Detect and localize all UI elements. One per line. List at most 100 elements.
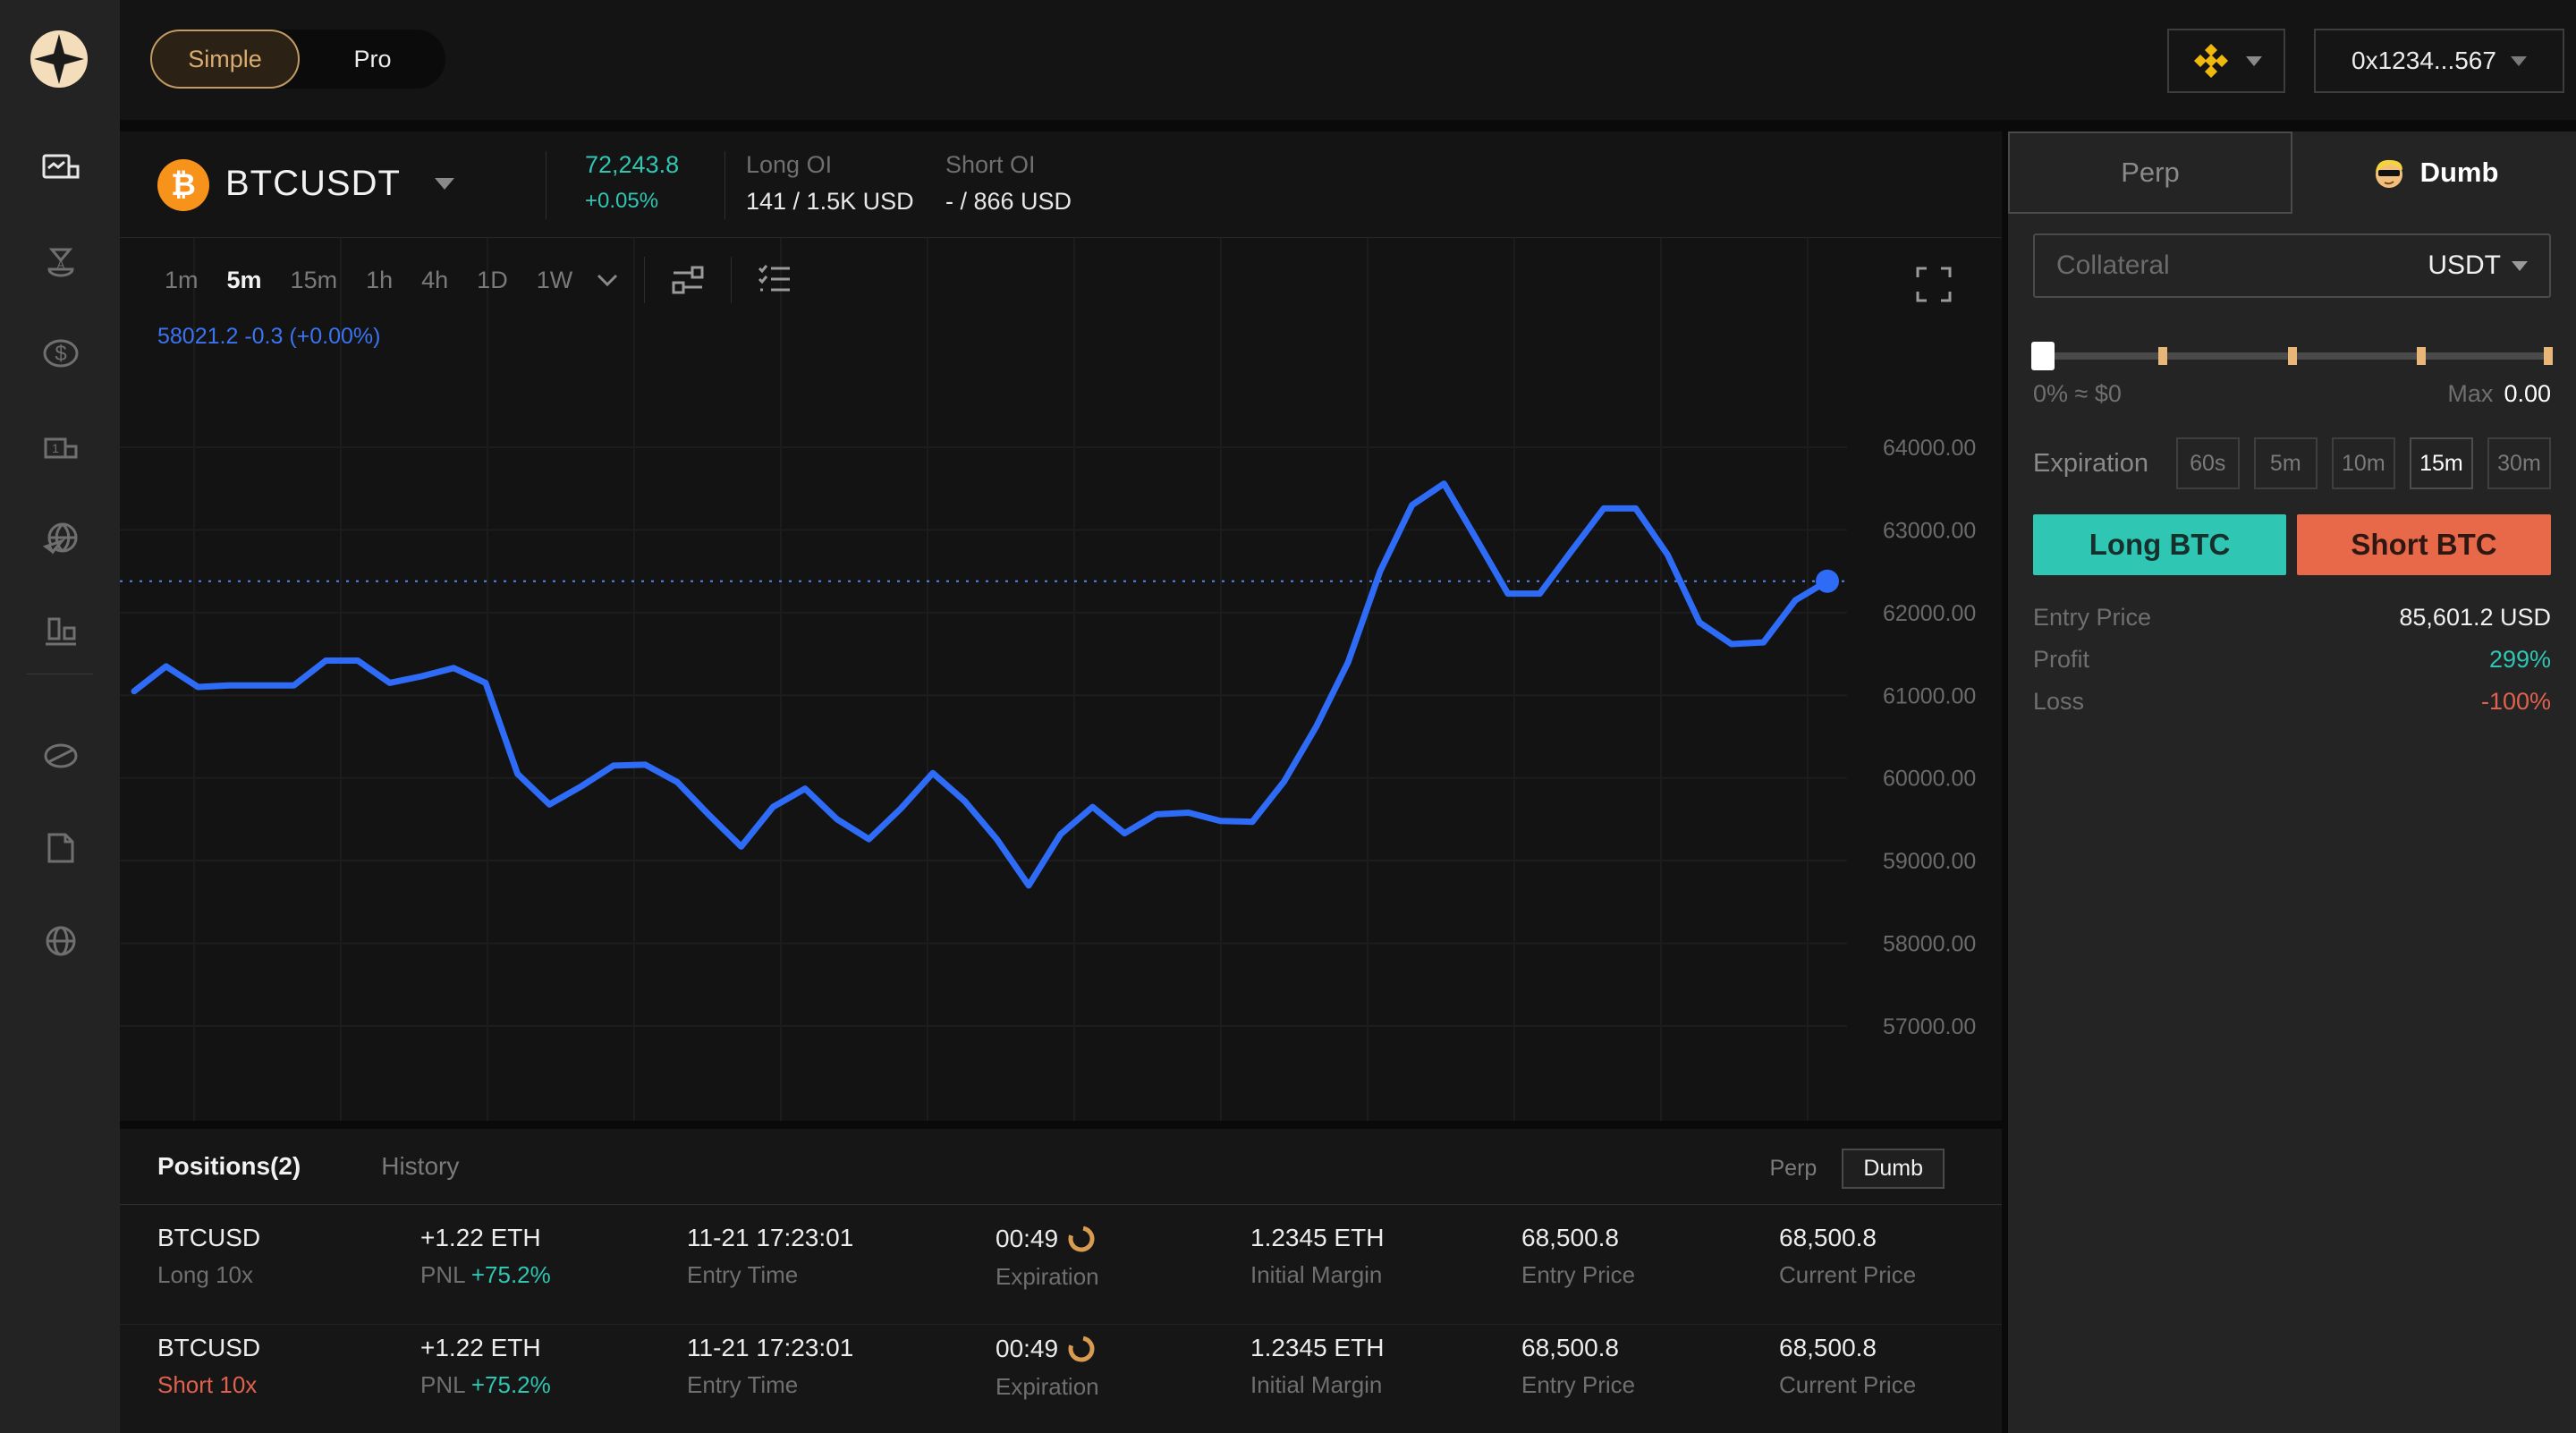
sidebar-item-stats[interactable] bbox=[40, 610, 81, 651]
toolbar-divider bbox=[731, 257, 732, 303]
pnl-value: +75.2% bbox=[471, 1371, 551, 1398]
mode-simple-button[interactable]: Simple bbox=[150, 30, 300, 89]
sidebar-item-token[interactable] bbox=[40, 735, 81, 776]
svg-text:A: A bbox=[57, 258, 65, 271]
disc-icon bbox=[40, 735, 81, 776]
size-slider[interactable] bbox=[2033, 352, 2551, 360]
filter-perp[interactable]: Perp bbox=[1770, 1156, 1818, 1182]
tab-history[interactable]: History bbox=[381, 1152, 459, 1181]
slider-tick-75[interactable] bbox=[2417, 347, 2426, 365]
position-row-short: BTCUSDShort 10x +1.22 ETH PNL +75.2% 11-… bbox=[120, 1335, 2002, 1420]
slider-tick-50[interactable] bbox=[2288, 347, 2297, 365]
timeframe-1h[interactable]: 1h bbox=[355, 261, 403, 300]
slider-tick-25[interactable] bbox=[2158, 347, 2167, 365]
app-root: Simple Pro 0x1234...567 bbox=[0, 0, 2576, 1433]
max-value: 0.00 bbox=[2504, 380, 2551, 407]
expiration-5m[interactable]: 5m bbox=[2254, 437, 2318, 489]
tab-perp[interactable]: Perp bbox=[2008, 131, 2292, 214]
tabs-separator bbox=[120, 1204, 2002, 1205]
wallet-address: 0x1234...567 bbox=[2351, 47, 2496, 75]
price-chart[interactable]: 57000.0058000.0059000.0060000.0061000.00… bbox=[120, 238, 2002, 1121]
entry-price-label: Entry Price bbox=[1521, 1262, 1635, 1287]
short-btc-button[interactable]: Short BTC bbox=[2297, 514, 2551, 575]
svg-text:63000.00: 63000.00 bbox=[1883, 518, 1976, 543]
market-header: ₿ BTCUSDT 72,243.8 +0.05% Long OI 141 / … bbox=[120, 131, 2002, 238]
tab-dumb[interactable]: Dumb bbox=[2292, 131, 2576, 214]
timeframe-4h[interactable]: 4h bbox=[411, 261, 459, 300]
svg-text:62000.00: 62000.00 bbox=[1883, 601, 1976, 626]
symbol-selector[interactable]: BTCUSDT bbox=[225, 164, 401, 204]
expiration-countdown: 00:49 bbox=[996, 1335, 1058, 1362]
expiration-15m[interactable]: 15m bbox=[2410, 437, 2473, 489]
slider-tick-100[interactable] bbox=[2544, 347, 2553, 365]
filter-dumb[interactable]: Dumb bbox=[1842, 1149, 1945, 1189]
expiration-10m[interactable]: 10m bbox=[2332, 437, 2395, 489]
timeframe-1D[interactable]: 1D bbox=[466, 261, 519, 300]
sidebar-item-earn[interactable]: A bbox=[40, 239, 81, 280]
svg-text:60000.00: 60000.00 bbox=[1883, 767, 1976, 792]
ohlc-label: 58021.2 -0.3 (+0.00%) bbox=[157, 324, 380, 350]
expiration-label: Expiration bbox=[996, 1374, 1099, 1399]
sidebar-item-trade[interactable] bbox=[40, 147, 81, 188]
btc-icon: ₿ bbox=[157, 159, 209, 211]
expiration-60s[interactable]: 60s bbox=[2176, 437, 2240, 489]
chevron-down-icon[interactable] bbox=[435, 178, 454, 190]
entry-price-value: 68,500.8 bbox=[1521, 1225, 1635, 1251]
expiration-30m[interactable]: 30m bbox=[2487, 437, 2551, 489]
position-side: Short 10x bbox=[157, 1372, 260, 1397]
wallet-address-button[interactable]: 0x1234...567 bbox=[2314, 29, 2564, 93]
dumb-face-icon bbox=[2370, 154, 2408, 191]
bnb-chain-icon bbox=[2190, 40, 2232, 81]
checklist-icon[interactable] bbox=[751, 257, 798, 303]
pnl-label: PNL bbox=[420, 1261, 465, 1288]
entry-price-value: 85,601.2 USD bbox=[2399, 604, 2551, 632]
timeframe-1m[interactable]: 1m bbox=[154, 261, 209, 300]
volume-columns-icon bbox=[40, 610, 81, 651]
mode-toggle: Simple Pro bbox=[150, 30, 445, 89]
expiration-label: Expiration bbox=[996, 1264, 1099, 1289]
sidebar-item-language[interactable] bbox=[40, 920, 81, 962]
collateral-currency-dropdown[interactable]: USDT bbox=[2428, 250, 2528, 281]
position-size: +1.22 ETH bbox=[420, 1225, 551, 1251]
sidebar-item-referral[interactable] bbox=[40, 518, 81, 559]
svg-text:57000.00: 57000.00 bbox=[1883, 1014, 1976, 1039]
timeframe-1W[interactable]: 1W bbox=[526, 261, 584, 300]
initial-margin-label: Initial Margin bbox=[1250, 1262, 1384, 1287]
collateral-input[interactable]: Collateral USDT bbox=[2033, 233, 2551, 298]
fullscreen-icon[interactable] bbox=[1912, 263, 1955, 306]
last-price: 72,243.8 bbox=[585, 151, 679, 178]
entry-time-label: Entry Time bbox=[687, 1372, 853, 1397]
position-symbol: BTCUSD bbox=[157, 1225, 260, 1251]
chart-toolbar: 1m 5m 15m 1h 4h 1D 1W bbox=[154, 258, 798, 302]
balance-scale-icon: A bbox=[40, 239, 81, 280]
price-block: 72,243.8 +0.05% bbox=[585, 151, 679, 216]
mode-pro-button[interactable]: Pro bbox=[300, 30, 445, 89]
profit-value: 299% bbox=[2489, 646, 2551, 674]
timeframe-5m[interactable]: 5m bbox=[216, 261, 273, 300]
timeframe-15m[interactable]: 15m bbox=[280, 261, 349, 300]
tab-positions[interactable]: Positions(2) bbox=[157, 1152, 301, 1181]
app-logo[interactable] bbox=[29, 29, 89, 89]
long-btc-button[interactable]: Long BTC bbox=[2033, 514, 2286, 575]
indicator-settings-icon[interactable] bbox=[665, 257, 711, 303]
entry-price-label: Entry Price bbox=[2033, 604, 2151, 632]
sidebar-item-docs[interactable] bbox=[40, 827, 81, 869]
header-divider bbox=[546, 151, 547, 219]
chevron-down-icon bbox=[2512, 261, 2528, 271]
expiration-label: Expiration bbox=[2033, 449, 2162, 479]
chain-selector[interactable] bbox=[2167, 29, 2285, 93]
loss-label: Loss bbox=[2033, 688, 2084, 716]
long-oi-block: Long OI 141 / 1.5K USD bbox=[746, 151, 914, 216]
sidebar-item-assets[interactable]: $ bbox=[40, 333, 81, 374]
tab-dumb-label: Dumb bbox=[2420, 157, 2499, 189]
svg-text:59000.00: 59000.00 bbox=[1883, 849, 1976, 874]
svg-text:64000.00: 64000.00 bbox=[1883, 436, 1976, 461]
position-side: Long 10x bbox=[157, 1262, 260, 1287]
sidebar-item-leaderboard[interactable]: 1 bbox=[40, 425, 81, 466]
svg-text:1: 1 bbox=[52, 441, 59, 455]
trade-chart-icon bbox=[40, 147, 81, 188]
chevron-down-icon[interactable] bbox=[596, 273, 619, 287]
slider-thumb[interactable] bbox=[2031, 342, 2055, 370]
chart-section: 57000.0058000.0059000.0060000.0061000.00… bbox=[120, 238, 2002, 1121]
entry-price-label: Entry Price bbox=[1521, 1372, 1635, 1397]
